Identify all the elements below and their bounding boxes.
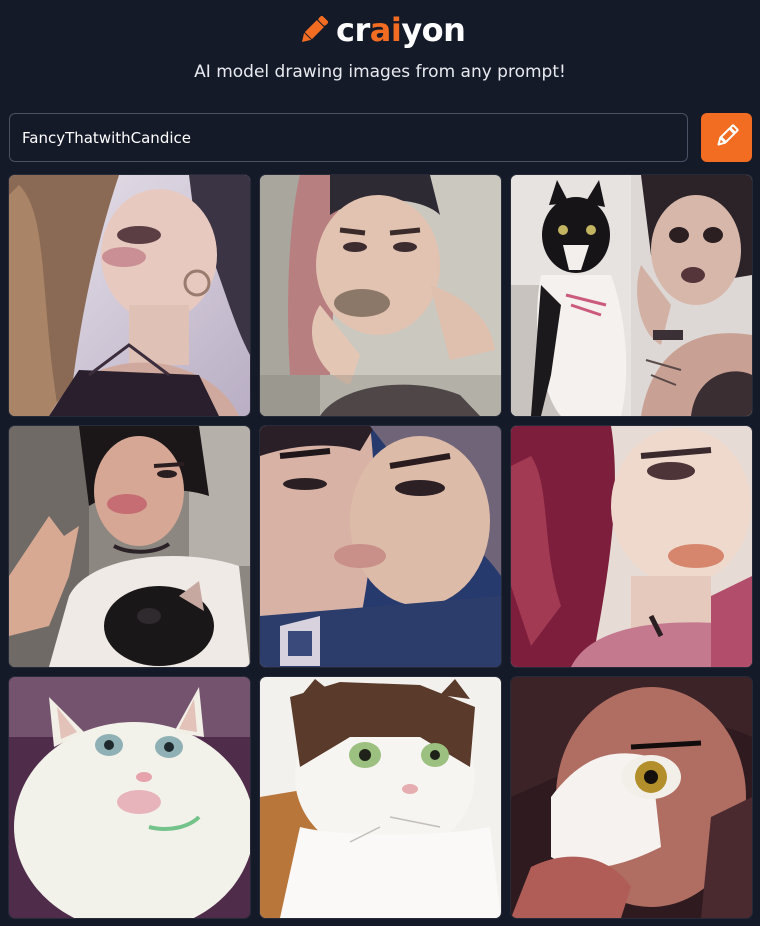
craiyon-logo[interactable]: craiyon [296, 10, 466, 50]
prompt-row [9, 113, 753, 162]
header: craiyon AI model drawing images from any… [0, 0, 760, 100]
tagline: AI model drawing images from any prompt! [194, 62, 566, 82]
result-image[interactable] [9, 426, 250, 667]
logo-text-suffix: yon [401, 11, 466, 49]
result-image[interactable] [511, 426, 752, 667]
logo-text-prefix: cr [336, 11, 370, 49]
draw-button[interactable] [701, 113, 752, 162]
prompt-input[interactable] [9, 113, 688, 162]
result-image[interactable] [260, 175, 501, 416]
logo-text-accent: ai [369, 11, 402, 49]
pencil-icon [296, 12, 332, 48]
logo-wordmark: craiyon [336, 10, 466, 50]
result-image[interactable] [511, 677, 752, 918]
result-image[interactable] [9, 175, 250, 416]
result-image[interactable] [260, 677, 501, 918]
pencil-icon [713, 122, 741, 153]
result-image[interactable] [260, 426, 501, 667]
result-image[interactable] [511, 175, 752, 416]
result-image[interactable] [9, 677, 250, 918]
image-grid [9, 175, 752, 918]
